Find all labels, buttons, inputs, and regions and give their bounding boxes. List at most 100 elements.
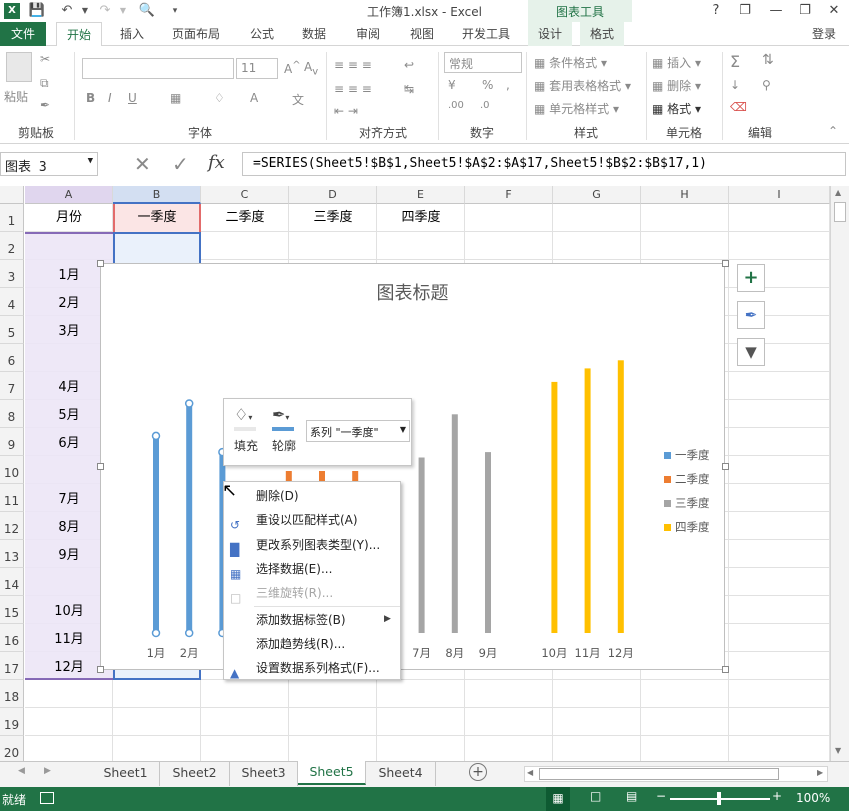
font-name-box[interactable] bbox=[82, 58, 234, 79]
cell[interactable] bbox=[201, 232, 289, 260]
fill-bucket-icon[interactable]: ♢▾ bbox=[234, 405, 252, 424]
row-header-14[interactable]: 14 bbox=[0, 568, 24, 596]
cell[interactable] bbox=[289, 736, 377, 764]
legend-entry[interactable]: 四季度 bbox=[664, 519, 710, 535]
zoom-in-icon[interactable]: + bbox=[772, 789, 782, 803]
cell[interactable] bbox=[641, 204, 729, 232]
cell[interactable] bbox=[25, 736, 113, 764]
selection-handle[interactable] bbox=[184, 628, 194, 638]
row-header-4[interactable]: 4 bbox=[0, 288, 24, 316]
cell[interactable] bbox=[201, 736, 289, 764]
clear-icon[interactable]: ⌫ bbox=[730, 100, 747, 114]
row-header-1[interactable]: 1 bbox=[0, 204, 24, 232]
cell[interactable] bbox=[729, 652, 830, 680]
border-icon[interactable]: ▦ bbox=[170, 91, 181, 105]
context-menu-item[interactable]: 添加数据标签(B) bbox=[224, 608, 400, 632]
cell[interactable] bbox=[289, 232, 377, 260]
sheet-tab-sheet4[interactable]: Sheet4 bbox=[366, 762, 436, 786]
cell[interactable] bbox=[553, 708, 641, 736]
header-q1[interactable]: 一季度 bbox=[113, 204, 201, 232]
tab-page-layout[interactable]: 页面布局 bbox=[162, 22, 230, 46]
fill-down-icon[interactable]: ↓ bbox=[730, 78, 740, 92]
cell[interactable] bbox=[729, 232, 830, 260]
cell[interactable] bbox=[465, 204, 553, 232]
tab-insert[interactable]: 插入 bbox=[110, 22, 154, 46]
row-header-20[interactable]: 20 bbox=[0, 736, 24, 764]
row-header-5[interactable]: 5 bbox=[0, 316, 24, 344]
find-select-icon[interactable]: ⚲ bbox=[762, 78, 771, 92]
selection-handle[interactable] bbox=[184, 399, 194, 408]
cell[interactable] bbox=[729, 680, 830, 708]
row-header-2[interactable]: 2 bbox=[0, 232, 24, 260]
cell[interactable] bbox=[289, 708, 377, 736]
cell[interactable] bbox=[113, 708, 201, 736]
outline-pen-icon[interactable]: ✒▾ bbox=[272, 405, 289, 424]
selection-handle[interactable] bbox=[151, 431, 161, 441]
legend-entry[interactable]: 三季度 bbox=[664, 495, 710, 511]
font-size-box[interactable]: 11 bbox=[236, 58, 278, 79]
cell-styles-button[interactable]: ▦ 单元格样式 ▾ bbox=[534, 100, 619, 117]
sheet-tab-sheet1[interactable]: Sheet1 bbox=[92, 762, 160, 786]
zoom-slider[interactable] bbox=[670, 792, 770, 805]
header-q4[interactable]: 四季度 bbox=[377, 204, 465, 232]
bar-三季度[interactable] bbox=[485, 452, 491, 633]
row-header-12[interactable]: 12 bbox=[0, 512, 24, 540]
cell[interactable] bbox=[377, 680, 465, 708]
delete-cells-button[interactable]: ▦ 删除 ▾ bbox=[652, 77, 701, 94]
cell[interactable] bbox=[201, 708, 289, 736]
horizontal-scrollbar[interactable]: ◀ ▶ bbox=[524, 766, 828, 782]
column-header-e[interactable]: E bbox=[377, 186, 465, 204]
paste-button[interactable]: 粘贴 bbox=[4, 88, 28, 105]
context-menu-item[interactable]: ▦ 选择数据(E)... bbox=[224, 557, 400, 581]
sheet-tab-sheet2[interactable]: Sheet2 bbox=[160, 762, 230, 786]
cell[interactable] bbox=[729, 736, 830, 764]
bold-icon[interactable]: B bbox=[86, 91, 95, 105]
sign-in-link[interactable]: 登录 bbox=[812, 22, 836, 46]
decrease-decimal-icon[interactable]: .0 bbox=[480, 100, 490, 111]
name-box[interactable]: 图表 3 ▼ bbox=[0, 152, 98, 176]
chart-styles-button[interactable]: ✒ bbox=[737, 301, 765, 329]
close-button[interactable]: ✕ bbox=[820, 0, 848, 22]
tab-home[interactable]: 开始 bbox=[56, 22, 103, 47]
scroll-thumb[interactable] bbox=[834, 202, 846, 222]
cell[interactable] bbox=[201, 680, 289, 708]
cell[interactable] bbox=[729, 484, 830, 512]
confirm-formula-icon[interactable]: ✓ bbox=[172, 152, 189, 176]
column-header-b[interactable]: B bbox=[113, 186, 201, 204]
format-as-table-button[interactable]: ▦ 套用表格格式 ▾ bbox=[534, 77, 631, 94]
series-dropdown-icon[interactable]: ▼ bbox=[400, 425, 406, 434]
cell[interactable] bbox=[553, 232, 641, 260]
cell[interactable] bbox=[377, 736, 465, 764]
normal-view-icon[interactable]: ▦ bbox=[546, 787, 570, 811]
outline-button[interactable]: 轮廓 bbox=[272, 437, 296, 454]
resize-handle[interactable] bbox=[722, 666, 729, 673]
sheet-prev-icon[interactable]: ◀ bbox=[18, 766, 25, 776]
indent-icon[interactable]: ⇤ ⇥ bbox=[334, 104, 358, 118]
header-q2[interactable]: 二季度 bbox=[201, 204, 289, 232]
sheet-tab-sheet5[interactable]: Sheet5 bbox=[298, 761, 366, 785]
shrink-font-icon[interactable]: Av bbox=[304, 60, 318, 77]
column-header-a[interactable]: A bbox=[25, 186, 113, 204]
grow-font-icon[interactable]: A^ bbox=[284, 60, 301, 76]
plot-area[interactable]: 1月 2月 7月 8月 9月 10月 11月 12月 bbox=[101, 264, 724, 669]
hscroll-thumb[interactable] bbox=[539, 768, 779, 780]
underline-icon[interactable]: U bbox=[128, 91, 137, 105]
format-cells-button[interactable]: ▦ 格式 ▾ bbox=[652, 100, 701, 117]
selection-handle[interactable] bbox=[151, 628, 161, 638]
cell[interactable] bbox=[113, 680, 201, 708]
cell[interactable] bbox=[25, 680, 113, 708]
cell[interactable] bbox=[729, 708, 830, 736]
formula-input[interactable]: =SERIES(Sheet5!$B$1,Sheet5!$A$2:$A$17,Sh… bbox=[242, 152, 846, 176]
bar-三季度[interactable] bbox=[418, 457, 425, 634]
cell[interactable] bbox=[553, 736, 641, 764]
cell[interactable] bbox=[377, 232, 465, 260]
cancel-formula-icon[interactable]: ✕ bbox=[134, 152, 151, 176]
vertical-scrollbar[interactable]: ▲ ▼ bbox=[830, 186, 849, 761]
cell[interactable] bbox=[729, 204, 830, 232]
legend-entry[interactable]: 一季度 bbox=[664, 447, 710, 463]
row-header-17[interactable]: 17 bbox=[0, 652, 24, 680]
tab-data[interactable]: 数据 bbox=[292, 22, 336, 46]
percent-icon[interactable]: % bbox=[482, 78, 493, 92]
cell[interactable] bbox=[729, 540, 830, 568]
header-q3[interactable]: 三季度 bbox=[289, 204, 377, 232]
